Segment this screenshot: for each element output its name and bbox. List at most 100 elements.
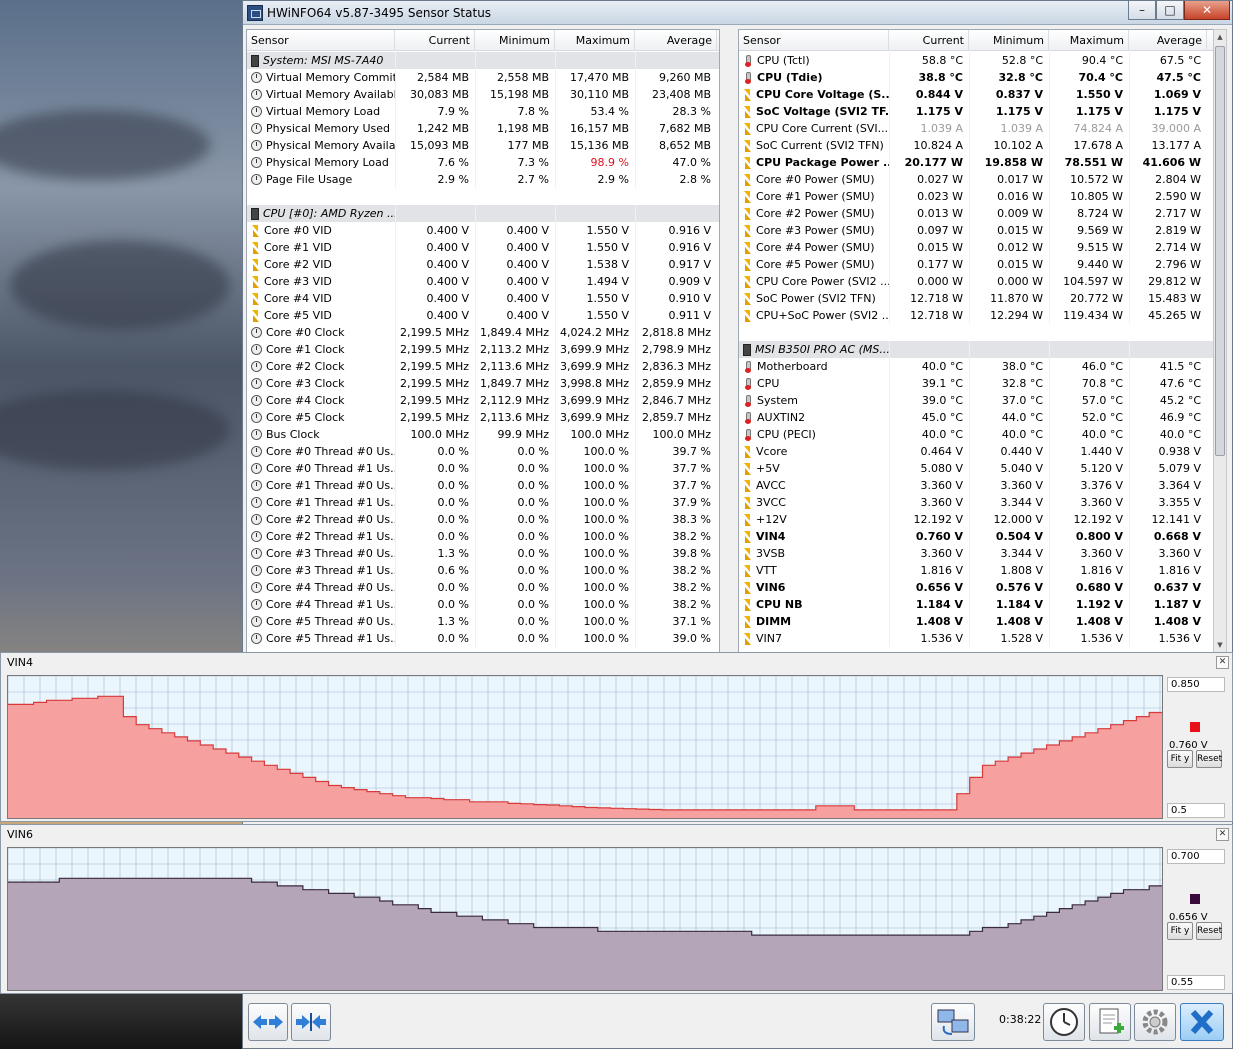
scrollbar-thumb[interactable] [1215,46,1225,456]
close-sensors-button[interactable] [1180,1003,1224,1041]
column-header-average[interactable]: Average [635,30,717,51]
sensor-row[interactable]: CPU NB 1.184 V 1.184 V 1.192 V 1.187 V [739,596,1225,613]
sensor-row[interactable]: Core #0 Power (SMU) 0.027 W 0.017 W 10.572 … [739,171,1225,188]
sensor-row[interactable]: Physical Memory Load 7.6 % 7.3 % 98.9 % 47.0… [247,154,719,171]
right-scrollbar[interactable]: ▲ ▼ [1213,29,1227,653]
column-header-current[interactable]: Current [395,30,475,51]
sensor-row[interactable]: Core #3 Clock 2,199.5 MHz 1,849.7 MHz 3,998… [247,375,719,392]
sensor-row[interactable]: CPU Core Current (SVI... 1.039 A 1.039 A 74… [739,120,1225,137]
sensor-row[interactable]: Page File Usage 2.9 % 2.7 % 2.9 % 2.8 % [247,171,719,188]
scroll-up-icon[interactable]: ▲ [1214,30,1226,44]
column-header-minimum[interactable]: Minimum [969,30,1049,51]
sensor-row[interactable]: VIN6 0.656 V 0.576 V 0.680 V 0.637 V [739,579,1225,596]
sensor-row[interactable]: Physical Memory Used 1,242 MB 1,198 MB 16,1… [247,120,719,137]
reset-button[interactable]: Reset [1196,750,1222,768]
sensor-row[interactable]: Core #5 Thread #0 Us... 1.3 % 0.0 % 100.0 %… [247,613,719,630]
column-header-maximum[interactable]: Maximum [555,30,635,51]
sensor-row[interactable]: Core #1 Power (SMU) 0.023 W 0.016 W 10.805 … [739,188,1225,205]
sensor-row[interactable]: Virtual Memory Available 30,083 MB 15,198 … [247,86,719,103]
graph-close-icon[interactable]: ✕ [1216,656,1229,669]
column-header-sensor[interactable]: Sensor [247,30,395,51]
sensor-row[interactable]: DIMM 1.408 V 1.408 V 1.408 V 1.408 V [739,613,1225,630]
sensor-row[interactable]: Core #1 Clock 2,199.5 MHz 2,113.2 MHz 3,699… [247,341,719,358]
sensor-row[interactable]: SoC Voltage (SVI2 TF... 1.175 V 1.175 V 1.1… [739,103,1225,120]
sensor-row[interactable]: Core #2 Thread #0 Us... 0.0 % 0.0 % 100.0 %… [247,511,719,528]
sensor-row[interactable]: Vcore 0.464 V 0.440 V 1.440 V 0.938 V [739,443,1225,460]
sensor-row[interactable]: Core #1 Thread #1 Us... 0.0 % 0.0 % 100.0 %… [247,494,719,511]
sensor-row[interactable]: CPU Package Power ... 20.177 W 19.858 W 78.… [739,154,1225,171]
sensor-row[interactable]: Core #0 Clock 2,199.5 MHz 1,849.4 MHz 4,024… [247,324,719,341]
expand-columns-button[interactable] [248,1003,288,1041]
series-color-swatch[interactable] [1190,894,1200,904]
column-header-maximum[interactable]: Maximum [1049,30,1129,51]
sensor-row[interactable]: Core #5 Clock 2,199.5 MHz 2,113.6 MHz 3,699… [247,409,719,426]
sensor-row[interactable]: Core #5 Thread #1 Us... 0.0 % 0.0 % 100.0 %… [247,630,719,647]
minimize-button[interactable]: – [1128,1,1156,20]
sensor-row[interactable]: Core #3 Power (SMU) 0.097 W 0.015 W 9.569 W… [739,222,1225,239]
sensor-row[interactable]: Virtual Memory Load 7.9 % 7.8 % 53.4 % 28.3 … [247,103,719,120]
column-header-minimum[interactable]: Minimum [475,30,555,51]
sensor-row[interactable]: +5V 5.080 V 5.040 V 5.120 V 5.079 V [739,460,1225,477]
sensor-row[interactable]: Core #0 Thread #0 Us... 0.0 % 0.0 % 100.0 %… [247,443,719,460]
scroll-down-icon[interactable]: ▼ [1214,638,1226,652]
sensor-row[interactable]: VTT 1.816 V 1.808 V 1.816 V 1.816 V [739,562,1225,579]
sensor-row[interactable]: Bus Clock 100.0 MHz 99.9 MHz 100.0 MHz 100.0… [247,426,719,443]
sensor-row[interactable]: Virtual Memory Commited2,584 MB2,558 MB1… [247,69,719,86]
sensor-row[interactable]: Core #5 VID 0.400 V 0.400 V 1.550 V 0.911 V [247,307,719,324]
network-button[interactable] [931,1003,975,1041]
sensor-row[interactable]: SoC Current (SVI2 TFN) 10.824 A 10.102 A 17… [739,137,1225,154]
sensor-row[interactable]: Core #5 Power (SMU) 0.177 W 0.015 W 9.440 W… [739,256,1225,273]
sensor-row[interactable]: CPU (PECI) 40.0 °C 40.0 °C 40.0 °C 40.0 °C [739,426,1225,443]
sensor-row[interactable]: +12V 12.192 V 12.000 V 12.192 V 12.141 V [739,511,1225,528]
sensor-group-row[interactable]: CPU [#0]: AMD Ryzen ... [247,205,719,222]
sensor-row[interactable]: Core #2 Power (SMU) 0.013 W 0.009 W 8.724 W… [739,205,1225,222]
clock-button[interactable] [1043,1003,1085,1041]
sensor-row[interactable]: Physical Memory Availa... 15,093 MB 177 MB… [247,137,719,154]
sensor-row[interactable]: Core #3 Thread #1 Us... 0.6 % 0.0 % 100.0 %… [247,562,719,579]
column-header-current[interactable]: Current [889,30,969,51]
settings-button[interactable] [1134,1003,1176,1041]
sensor-row[interactable]: Core #1 VID 0.400 V 0.400 V 1.550 V 0.916 V [247,239,719,256]
sensor-row[interactable]: CPU (Tdie) 38.8 °C 32.8 °C 70.4 °C 47.5 °C [739,69,1225,86]
sensor-row[interactable]: System 39.0 °C 37.0 °C 57.0 °C 45.2 °C [739,392,1225,409]
sensor-row[interactable]: Core #4 VID 0.400 V 0.400 V 1.550 V 0.910 V [247,290,719,307]
title-bar[interactable]: HWiNFO64 v5.87-3495 Sensor Status – □ ✕ [243,1,1232,25]
column-header-average[interactable]: Average [1129,30,1207,51]
fit-y-button[interactable]: Fit y [1167,750,1193,768]
collapse-columns-button[interactable] [291,1003,331,1041]
sensor-row[interactable]: CPU (Tctl) 58.8 °C 52.8 °C 90.4 °C 67.5 °C [739,52,1225,69]
graph-close-icon[interactable]: ✕ [1216,828,1229,841]
maximize-button[interactable]: □ [1156,1,1184,20]
add-report-button[interactable] [1089,1003,1131,1041]
sensor-row[interactable]: 3VSB 3.360 V 3.344 V 3.360 V 3.360 V [739,545,1225,562]
sensor-row[interactable]: Core #3 Thread #0 Us... 1.3 % 0.0 % 100.0 %… [247,545,719,562]
sensor-row[interactable]: Core #4 Clock 2,199.5 MHz 2,112.9 MHz 3,699… [247,392,719,409]
sensor-row[interactable]: Core #4 Power (SMU) 0.015 W 0.012 W 9.515 W… [739,239,1225,256]
sensor-row[interactable]: Core #1 Thread #0 Us... 0.0 % 0.0 % 100.0 %… [247,477,719,494]
sensor-row[interactable]: AUXTIN2 45.0 °C 44.0 °C 52.0 °C 46.9 °C [739,409,1225,426]
sensor-row[interactable]: CPU Core Power (SVI2 ... 0.000 W 0.000 W 10… [739,273,1225,290]
sensor-group-row[interactable]: System: MSI MS-7A40 [247,52,719,69]
sensor-row[interactable]: Core #3 VID 0.400 V 0.400 V 1.494 V 0.909 V [247,273,719,290]
sensor-row[interactable]: Core #0 Thread #1 Us... 0.0 % 0.0 % 100.0 %… [247,460,719,477]
sensor-row[interactable]: 3VCC 3.360 V 3.344 V 3.360 V 3.355 V [739,494,1225,511]
sensor-row[interactable]: CPU Core Voltage (S... 0.844 V 0.837 V 1.55… [739,86,1225,103]
sensor-row[interactable]: VIN7 1.536 V 1.528 V 1.536 V 1.536 V [739,630,1225,647]
sensor-row[interactable]: Motherboard 40.0 °C 38.0 °C 46.0 °C 41.5 °C [739,358,1225,375]
sensor-row[interactable]: VIN4 0.760 V 0.504 V 0.800 V 0.668 V [739,528,1225,545]
sensor-row[interactable]: Core #2 Clock 2,199.5 MHz 2,113.6 MHz 3,699… [247,358,719,375]
sensor-row[interactable]: AVCC 3.360 V 3.360 V 3.376 V 3.364 V [739,477,1225,494]
fit-y-button[interactable]: Fit y [1167,922,1193,940]
sensor-row[interactable]: Core #2 VID 0.400 V 0.400 V 1.538 V 0.917 V [247,256,719,273]
series-color-swatch[interactable] [1190,722,1200,732]
column-header-sensor[interactable]: Sensor [739,30,889,51]
sensor-row[interactable]: CPU 39.1 °C 32.8 °C 70.8 °C 47.6 °C [739,375,1225,392]
sensor-row[interactable]: SoC Power (SVI2 TFN) 12.718 W 11.870 W 20.7… [739,290,1225,307]
sensor-row[interactable]: CPU+SoC Power (SVI2 ... 12.718 W 12.294 W1… [739,307,1225,324]
reset-button[interactable]: Reset [1196,922,1222,940]
sensor-row[interactable]: Core #4 Thread #1 Us... 0.0 % 0.0 % 100.0 %… [247,596,719,613]
sensor-group-row[interactable]: MSI B350I PRO AC (MS... [739,341,1225,358]
close-button[interactable]: ✕ [1184,1,1230,20]
sensor-row[interactable]: Core #4 Thread #0 Us... 0.0 % 0.0 % 100.0 %… [247,579,719,596]
sensor-row[interactable]: Core #0 VID 0.400 V 0.400 V 1.550 V 0.916 V [247,222,719,239]
